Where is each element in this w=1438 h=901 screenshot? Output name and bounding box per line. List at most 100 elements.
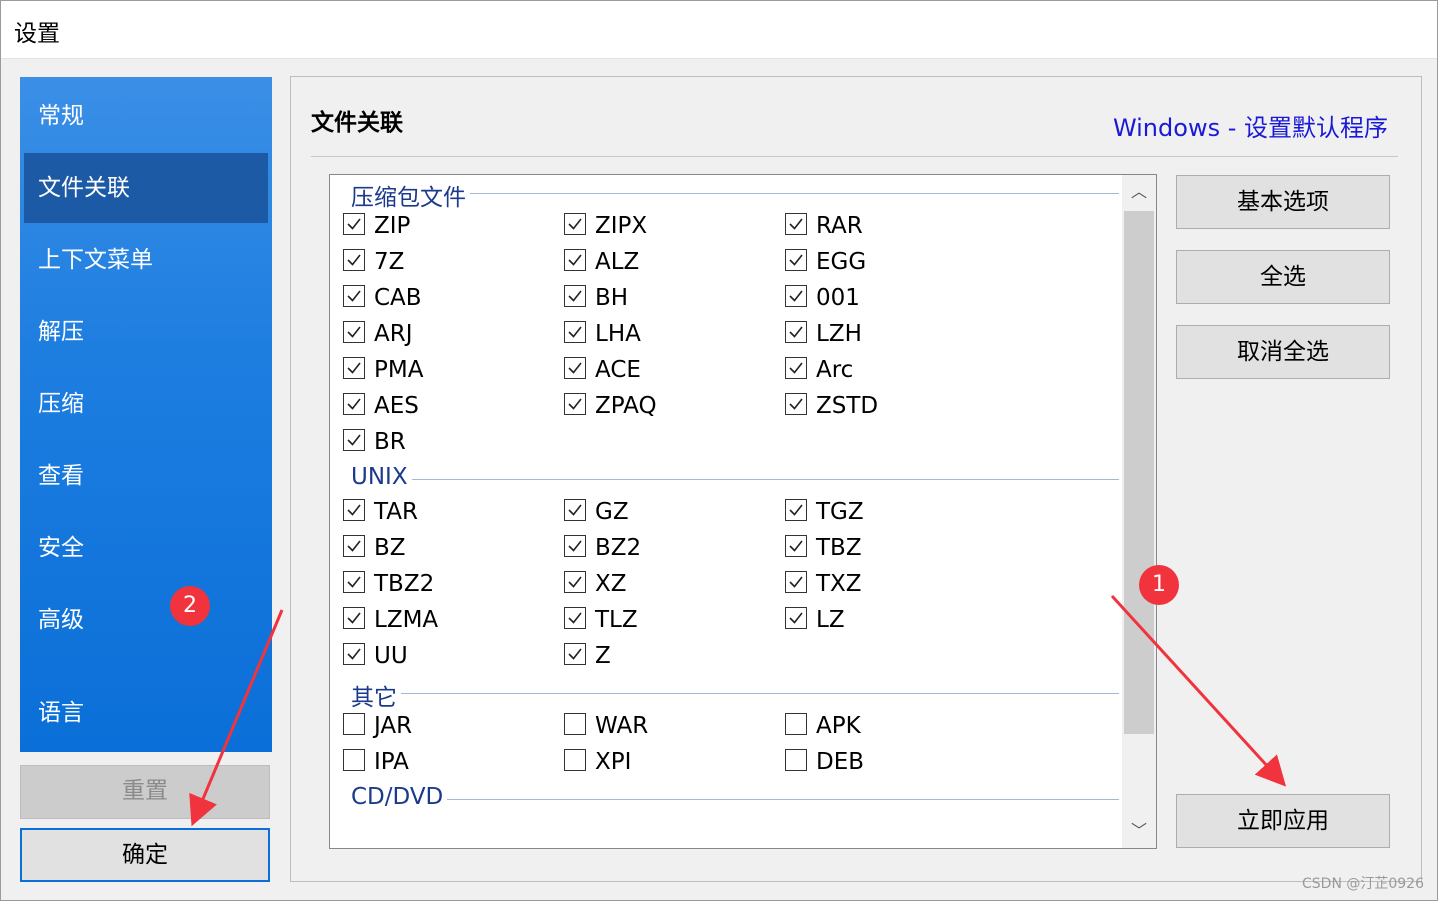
sidebar-item-language[interactable]: 语言: [24, 678, 268, 748]
checkbox-checked-icon[interactable]: [785, 607, 807, 629]
title-divider: [311, 156, 1398, 157]
checkbox-label: LZ: [816, 607, 845, 633]
checkbox-checked-icon[interactable]: [564, 499, 586, 521]
checkbox-unchecked-icon[interactable]: [785, 749, 807, 771]
file-association-list[interactable]: 压缩包文件 ZIP ZIPX RAR 7Z ALZ EGG CAB BH 001 ARJ LHA LZH…: [329, 174, 1157, 849]
checkbox-unchecked-icon[interactable]: [564, 749, 586, 771]
checkbox-label: RAR: [816, 213, 863, 239]
apply-now-button[interactable]: 立即应用: [1176, 794, 1390, 848]
checkbox-label: UU: [374, 643, 408, 669]
checkbox-label: TLZ: [595, 607, 638, 633]
checkbox-checked-icon[interactable]: [785, 285, 807, 307]
sidebar-item-advanced[interactable]: 高级: [24, 585, 268, 655]
checkbox-checked-icon[interactable]: [343, 429, 365, 451]
annotation-badge-2: 2: [170, 586, 210, 626]
checkbox-label: TGZ: [816, 499, 864, 525]
checkbox-label: CAB: [374, 285, 422, 311]
checkbox-label: BZ2: [595, 535, 642, 561]
sidebar-item-view[interactable]: 查看: [24, 441, 268, 511]
windows-default-programs-link[interactable]: Windows - 设置默认程序: [1113, 108, 1388, 143]
select-all-button[interactable]: 全选: [1176, 250, 1390, 304]
checkbox-checked-icon[interactable]: [343, 357, 365, 379]
checkbox-checked-icon[interactable]: [785, 213, 807, 235]
page-title: 文件关联: [311, 110, 403, 136]
checkbox-checked-icon[interactable]: [343, 393, 365, 415]
group-divider: [351, 479, 1119, 480]
checkbox-checked-icon[interactable]: [785, 393, 807, 415]
checkbox-checked-icon[interactable]: [343, 535, 365, 557]
group-divider: [351, 693, 1119, 694]
checkbox-checked-icon[interactable]: [564, 643, 586, 665]
checkbox-checked-icon[interactable]: [343, 499, 365, 521]
checkbox-label: EGG: [816, 249, 867, 275]
scroll-thumb[interactable]: [1124, 211, 1154, 734]
group-title: UNIX: [351, 464, 412, 490]
sidebar-item-compress[interactable]: 压缩: [24, 369, 268, 439]
checkbox-checked-icon[interactable]: [785, 321, 807, 343]
checkbox-unchecked-icon[interactable]: [343, 749, 365, 771]
checkbox-label: Z: [595, 643, 611, 669]
checkbox-checked-icon[interactable]: [564, 357, 586, 379]
ok-button[interactable]: 确定: [20, 828, 270, 882]
checkbox-label: AES: [374, 393, 419, 419]
checkbox-checked-icon[interactable]: [343, 321, 365, 343]
checkbox-label: ZIP: [374, 213, 411, 239]
checkbox-checked-icon[interactable]: [343, 643, 365, 665]
checkbox-checked-icon[interactable]: [564, 607, 586, 629]
checkbox-label: ARJ: [374, 321, 413, 347]
scroll-up-icon[interactable]: ︿: [1122, 175, 1156, 209]
sidebar-item-context-menu[interactable]: 上下文菜单: [24, 225, 268, 295]
checkbox-checked-icon[interactable]: [564, 321, 586, 343]
checkbox-checked-icon[interactable]: [343, 285, 365, 307]
checkbox-label: XPI: [595, 749, 632, 775]
checkbox-label: ACE: [595, 357, 641, 383]
vertical-scrollbar[interactable]: ︿ ﹀: [1122, 175, 1156, 848]
checkbox-label: Arc: [816, 357, 854, 383]
checkbox-label: 001: [816, 285, 860, 311]
checkbox-checked-icon[interactable]: [343, 213, 365, 235]
group-title: 压缩包文件: [351, 178, 470, 212]
reset-button[interactable]: 重置: [20, 765, 270, 819]
scroll-down-icon[interactable]: ﹀: [1122, 814, 1156, 848]
checkbox-label: JAR: [374, 713, 413, 739]
checkbox-checked-icon[interactable]: [564, 285, 586, 307]
checkbox-label: BR: [374, 429, 406, 455]
checkbox-checked-icon[interactable]: [343, 249, 365, 271]
checkbox-label: LHA: [595, 321, 641, 347]
checkbox-label: APK: [816, 713, 861, 739]
checkbox-checked-icon[interactable]: [564, 535, 586, 557]
title-bar: 设置: [0, 0, 1438, 59]
checkbox-checked-icon[interactable]: [785, 499, 807, 521]
checkbox-checked-icon[interactable]: [785, 535, 807, 557]
checkbox-checked-icon[interactable]: [785, 357, 807, 379]
deselect-all-button[interactable]: 取消全选: [1176, 325, 1390, 379]
basic-options-button[interactable]: 基本选项: [1176, 175, 1390, 229]
checkbox-label: PMA: [374, 357, 424, 383]
checkbox-checked-icon[interactable]: [564, 393, 586, 415]
sidebar-item-file-association[interactable]: 文件关联: [24, 153, 268, 223]
checkbox-label: LZH: [816, 321, 862, 347]
checkbox-checked-icon[interactable]: [564, 213, 586, 235]
checkbox-checked-icon[interactable]: [343, 607, 365, 629]
checkbox-checked-icon[interactable]: [785, 571, 807, 593]
sidebar-item-extract[interactable]: 解压: [24, 297, 268, 367]
checkbox-label: ALZ: [595, 249, 640, 275]
checkbox-label: ZSTD: [816, 393, 879, 419]
sidebar-item-security[interactable]: 安全: [24, 513, 268, 583]
checkbox-checked-icon[interactable]: [785, 249, 807, 271]
checkbox-label: ZPAQ: [595, 393, 657, 419]
checkbox-unchecked-icon[interactable]: [785, 713, 807, 735]
watermark: CSDN @汀芷0926: [1302, 876, 1424, 892]
checkbox-label: GZ: [595, 499, 629, 525]
checkbox-checked-icon[interactable]: [564, 571, 586, 593]
checkbox-unchecked-icon[interactable]: [343, 713, 365, 735]
checkbox-label: DEB: [816, 749, 865, 775]
checkbox-checked-icon[interactable]: [343, 571, 365, 593]
window-title: 设置: [14, 21, 60, 47]
group-divider: [351, 799, 1119, 800]
sidebar-item-general[interactable]: 常规: [24, 81, 268, 151]
checkbox-label: LZMA: [374, 607, 439, 633]
sidebar: 常规 文件关联 上下文菜单 解压 压缩 查看 安全 高级 语言 2: [20, 77, 272, 752]
checkbox-checked-icon[interactable]: [564, 249, 586, 271]
checkbox-unchecked-icon[interactable]: [564, 713, 586, 735]
